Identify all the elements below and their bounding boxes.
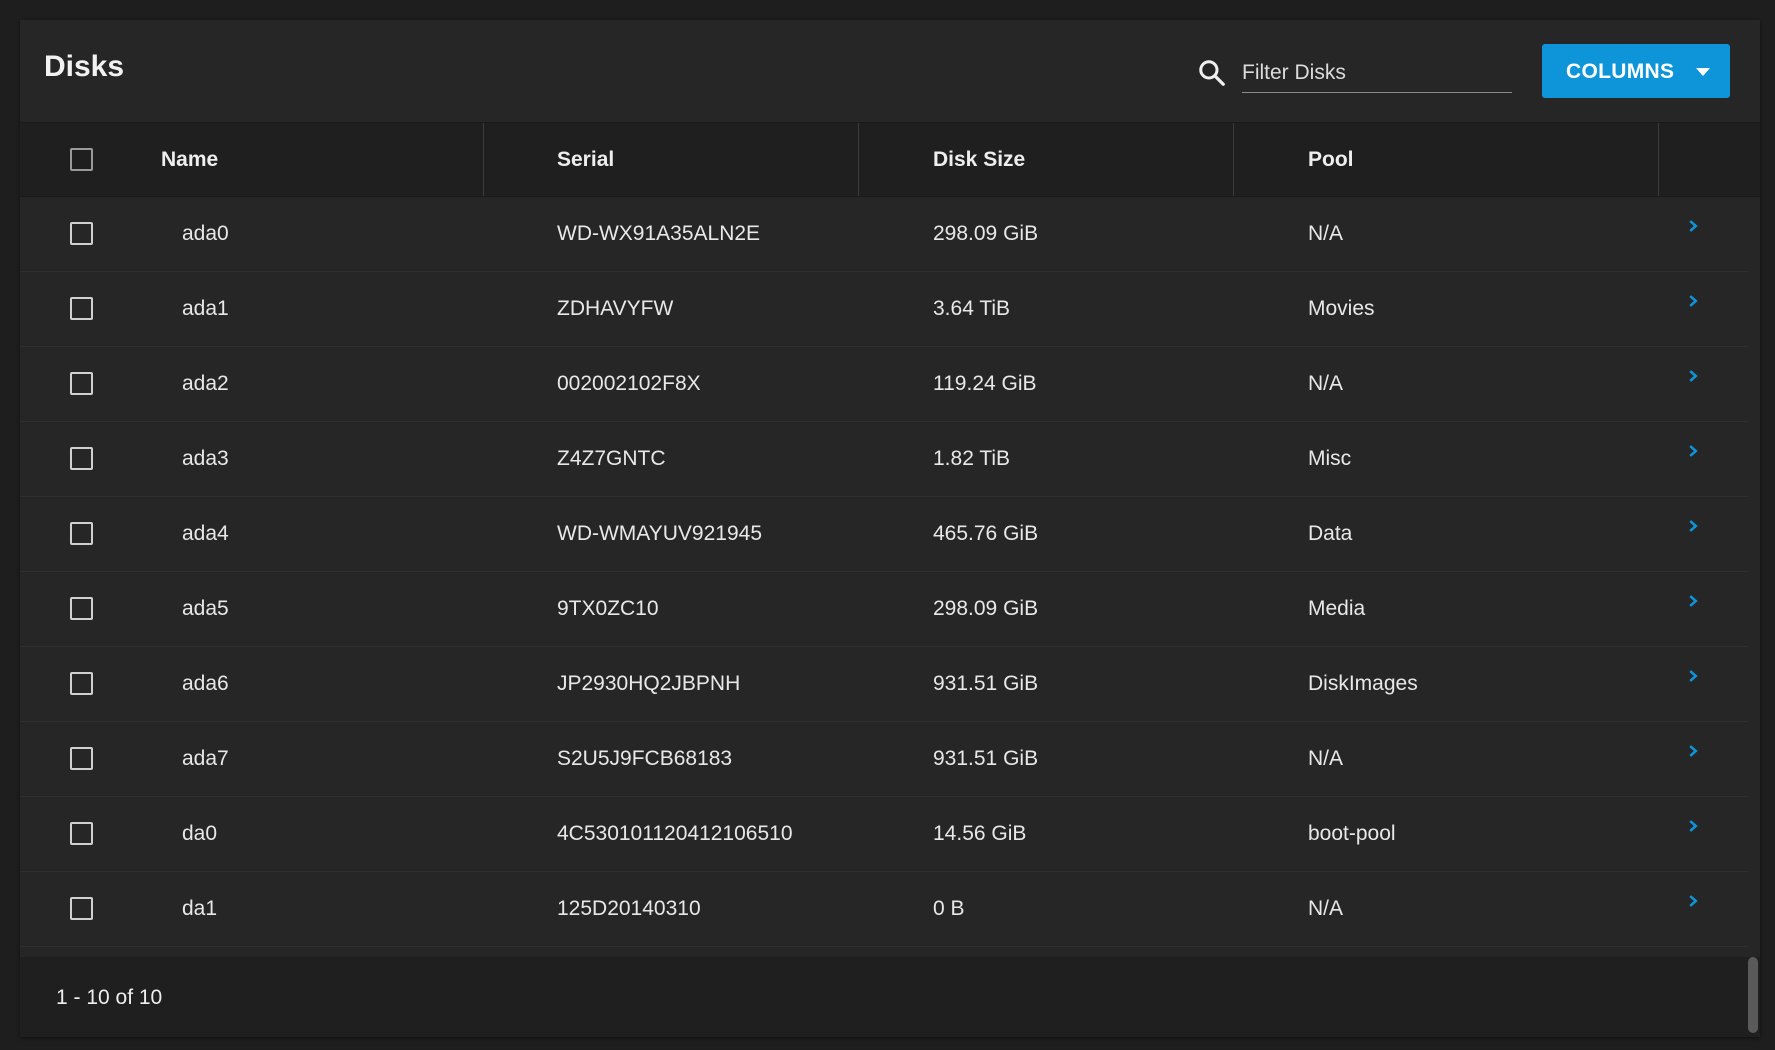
disk-serial: WD-WMAYUV921945 (557, 522, 762, 545)
disk-name: ada3 (182, 447, 229, 470)
row-checkbox[interactable] (70, 597, 93, 620)
disk-pool: N/A (1308, 222, 1344, 245)
disk-serial: S2U5J9FCB68183 (557, 747, 733, 770)
chevron-right-icon[interactable] (1686, 819, 1700, 833)
disk-size: 14.56 GiB (933, 822, 1027, 845)
table-header: Name Serial Disk Size Pool (20, 123, 1760, 197)
disk-serial: 125D20140310 (557, 897, 701, 920)
disks-card: Disks COLUMNS Name Serial Disk Size Pool… (20, 20, 1760, 1037)
disk-pool: boot-pool (1308, 822, 1396, 845)
row-checkbox[interactable] (70, 747, 93, 770)
column-header-pool[interactable]: Pool (1308, 148, 1354, 172)
row-checkbox[interactable] (70, 222, 93, 245)
column-divider[interactable] (483, 123, 484, 196)
disk-serial: WD-WX91A35ALN2E (557, 222, 761, 245)
disk-name: da0 (182, 822, 218, 845)
table-row[interactable]: ada6 JP2930HQ2JBPNH 931.51 GiB DiskImage… (20, 647, 1748, 722)
search-icon[interactable] (1197, 58, 1227, 88)
disk-size: 3.64 TiB (933, 297, 1011, 320)
column-header-disk-size[interactable]: Disk Size (933, 148, 1025, 172)
table-row[interactable]: ada4 WD-WMAYUV921945 465.76 GiB Data (20, 497, 1748, 572)
filter-disks-input[interactable] (1242, 54, 1512, 93)
disk-size: 119.24 GiB (933, 372, 1037, 395)
disk-size: 931.51 GiB (933, 747, 1039, 770)
columns-button-label: COLUMNS (1566, 60, 1675, 83)
disk-pool: N/A (1308, 747, 1344, 770)
disk-pool: Misc (1308, 447, 1352, 470)
table-row[interactable]: da1 125D20140310 0 B N/A (20, 872, 1748, 947)
table-row[interactable]: ada2 002002102F8X 119.24 GiB N/A (20, 347, 1748, 422)
table-row[interactable]: ada7 S2U5J9FCB68183 931.51 GiB N/A (20, 722, 1748, 797)
chevron-right-icon[interactable] (1686, 894, 1700, 908)
chevron-right-icon[interactable] (1686, 294, 1700, 308)
disk-serial: 002002102F8X (557, 372, 701, 395)
disk-serial: Z4Z7GNTC (557, 447, 666, 470)
disk-name: ada6 (182, 672, 229, 695)
disk-pool: Data (1308, 522, 1353, 545)
row-checkbox[interactable] (70, 522, 93, 545)
chevron-right-icon[interactable] (1686, 444, 1700, 458)
row-checkbox[interactable] (70, 822, 93, 845)
disk-name: da1 (182, 897, 218, 920)
table-footer: 1 - 10 of 10 (20, 957, 1760, 1037)
disk-pool: Movies (1308, 297, 1375, 320)
chevron-right-icon[interactable] (1686, 744, 1700, 758)
disk-serial: 9TX0ZC10 (557, 597, 659, 620)
disk-name: ada7 (182, 747, 229, 770)
disk-size: 298.09 GiB (933, 222, 1039, 245)
pagination-label: 1 - 10 of 10 (56, 986, 163, 1009)
table-row[interactable]: da0 4C530101120412106510 14.56 GiB boot-… (20, 797, 1748, 872)
row-checkbox[interactable] (70, 897, 93, 920)
column-header-name[interactable]: Name (161, 148, 218, 172)
chevron-right-icon[interactable] (1686, 369, 1700, 383)
column-header-serial[interactable]: Serial (557, 148, 614, 172)
column-divider[interactable] (1658, 123, 1659, 196)
vertical-scrollbar[interactable] (1748, 957, 1758, 1033)
toolbar: Disks COLUMNS (20, 20, 1760, 123)
columns-button[interactable]: COLUMNS (1542, 44, 1730, 98)
disk-name: ada0 (182, 222, 229, 245)
chevron-right-icon[interactable] (1686, 594, 1700, 608)
row-checkbox[interactable] (70, 297, 93, 320)
chevron-right-icon[interactable] (1686, 219, 1700, 233)
disk-size: 0 B (933, 897, 965, 920)
disk-size: 1.82 TiB (933, 447, 1011, 470)
row-checkbox[interactable] (70, 372, 93, 395)
table-row[interactable]: ada5 9TX0ZC10 298.09 GiB Media (20, 572, 1748, 647)
table-body: ada0 WD-WX91A35ALN2E 298.09 GiB N/A ada1… (20, 197, 1760, 947)
chevron-right-icon[interactable] (1686, 519, 1700, 533)
row-checkbox[interactable] (70, 447, 93, 470)
disk-pool: N/A (1308, 897, 1344, 920)
disk-name: ada2 (182, 372, 229, 395)
select-all-checkbox[interactable] (70, 148, 93, 171)
disk-name: ada1 (182, 297, 229, 320)
table-row[interactable]: ada1 ZDHAVYFW 3.64 TiB Movies (20, 272, 1748, 347)
disk-pool: N/A (1308, 372, 1344, 395)
table-row[interactable]: ada0 WD-WX91A35ALN2E 298.09 GiB N/A (20, 197, 1748, 272)
disk-name: ada4 (182, 522, 229, 545)
table-row[interactable]: ada3 Z4Z7GNTC 1.82 TiB Misc (20, 422, 1748, 497)
column-divider[interactable] (858, 123, 859, 196)
disk-pool: DiskImages (1308, 672, 1418, 695)
page-title: Disks (44, 50, 125, 83)
chevron-right-icon[interactable] (1686, 669, 1700, 683)
column-divider[interactable] (1233, 123, 1234, 196)
disk-serial: 4C530101120412106510 (557, 822, 793, 845)
disk-size: 931.51 GiB (933, 672, 1039, 695)
disk-pool: Media (1308, 597, 1366, 620)
disk-serial: ZDHAVYFW (557, 297, 674, 320)
caret-down-icon (1696, 68, 1710, 76)
disk-serial: JP2930HQ2JBPNH (557, 672, 741, 695)
row-checkbox[interactable] (70, 672, 93, 695)
disk-size: 298.09 GiB (933, 597, 1039, 620)
disk-name: ada5 (182, 597, 229, 620)
disk-size: 465.76 GiB (933, 522, 1039, 545)
